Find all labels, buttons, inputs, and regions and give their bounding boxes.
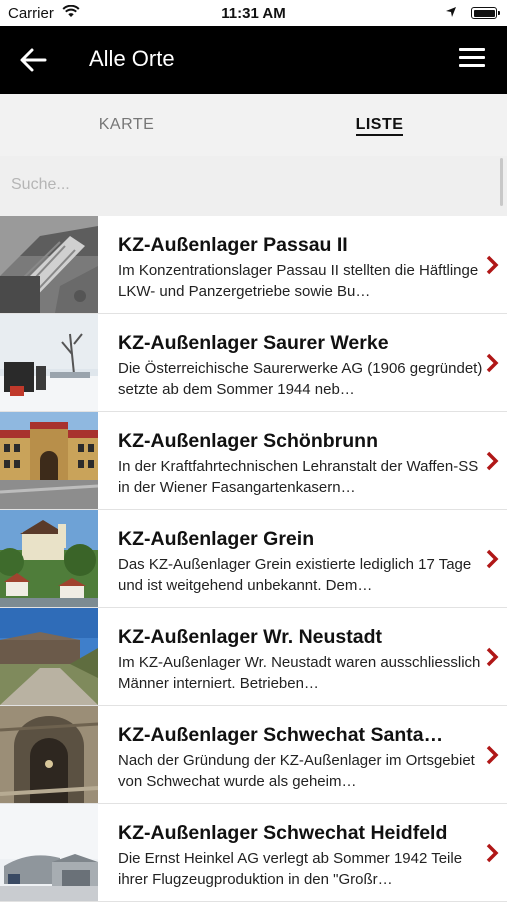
item-title: KZ-Außenlager Passau II <box>118 234 348 256</box>
list-item[interactable]: KZ-Außenlager Wr. Neustadt Im KZ-Außenla… <box>0 608 507 706</box>
chevron-right-icon <box>486 451 499 471</box>
building-photo-thumbnail <box>0 412 98 509</box>
chevron-right-icon <box>486 353 499 373</box>
page-title: Alle Orte <box>89 46 175 71</box>
item-description: Die Österreichische Saurerwerke AG (1906… <box>118 360 483 398</box>
item-description: In der Kraftfahrtechnischen Lehranstalt … <box>118 458 479 496</box>
list-item[interactable]: KZ-Außenlager Schönbrunn In der Kraftfah… <box>0 412 507 510</box>
item-description: Die Ernst Heinkel AG verlegt ab Sommer 1… <box>118 850 463 888</box>
back-arrow-icon[interactable] <box>18 46 48 74</box>
list-item[interactable]: KZ-Außenlager Schwechat Heidfeld Die Ern… <box>0 804 507 902</box>
location-arrow-icon <box>446 7 456 17</box>
item-title: KZ-Außenlager Saurer Werke <box>118 332 389 354</box>
status-bar: Carrier 11:31 AM <box>0 0 507 26</box>
memorial-photo-thumbnail <box>0 314 98 411</box>
item-title: KZ-Außenlager Schwechat Santa… <box>118 724 444 746</box>
item-description: Im KZ-Außenlager Wr. Neustadt waren auss… <box>118 654 481 692</box>
town-photo-thumbnail <box>0 510 98 607</box>
scroll-indicator <box>500 158 503 206</box>
chevron-right-icon <box>486 647 499 667</box>
list-item[interactable]: KZ-Außenlager Saurer Werke Die Österreic… <box>0 314 507 412</box>
chevron-right-icon <box>486 745 499 765</box>
battery-icon <box>471 7 500 19</box>
chevron-right-icon <box>486 549 499 569</box>
search-input[interactable] <box>0 156 500 214</box>
places-list: KZ-Außenlager Passau II Im Konzentration… <box>0 216 507 902</box>
item-title: KZ-Außenlager Schönbrunn <box>118 430 378 452</box>
search-bar <box>0 156 507 216</box>
clock: 11:31 AM <box>221 5 286 22</box>
tab-liste[interactable]: LISTE <box>253 116 506 136</box>
tunnel-photo-thumbnail <box>0 706 98 803</box>
aerial-photo-thumbnail <box>0 216 98 313</box>
chevron-right-icon <box>486 255 499 275</box>
item-title: KZ-Außenlager Grein <box>118 528 315 550</box>
list-item[interactable]: KZ-Außenlager Schwechat Santa… Nach der … <box>0 706 507 804</box>
view-tabs: KARTE LISTE <box>0 94 507 156</box>
hamburger-menu-icon[interactable] <box>459 48 485 70</box>
list-item[interactable]: KZ-Außenlager Grein Das KZ-Außenlager Gr… <box>0 510 507 608</box>
app-bar: Alle Orte <box>0 26 507 94</box>
tab-karte[interactable]: KARTE <box>0 116 253 134</box>
item-description: Nach der Gründung der KZ-Außenlager im O… <box>118 752 475 790</box>
item-title: KZ-Außenlager Wr. Neustadt <box>118 626 383 648</box>
item-description: Das KZ-Außenlager Grein existierte ledig… <box>118 556 472 594</box>
tab-liste-label: LISTE <box>355 116 404 136</box>
list-item[interactable]: KZ-Außenlager Passau II Im Konzentration… <box>0 216 507 314</box>
item-description: Im Konzentrationslager Passau II stellte… <box>118 262 479 300</box>
factory-photo-thumbnail <box>0 608 98 705</box>
chevron-right-icon <box>486 843 499 863</box>
hangar-photo-thumbnail <box>0 804 98 901</box>
item-title: KZ-Außenlager Schwechat Heidfeld <box>118 822 448 844</box>
